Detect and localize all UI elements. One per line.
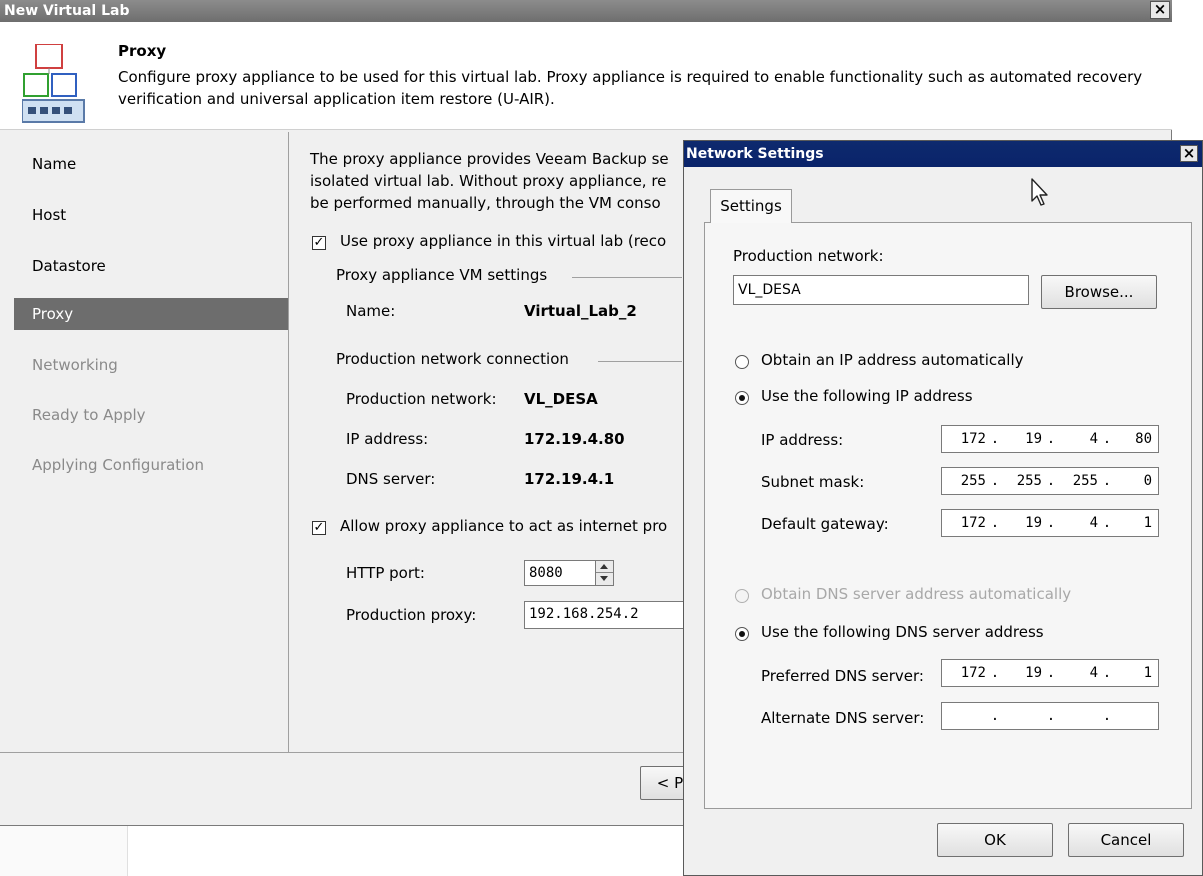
prod-proxy-label: Production proxy: <box>346 606 477 624</box>
spin-divider <box>596 572 613 573</box>
close-icon[interactable]: × <box>1150 1 1170 19</box>
allow-internet-proxy-checkbox[interactable]: ✓ <box>312 521 326 535</box>
intro-text-line-1: The proxy appliance provides Veeam Backu… <box>310 150 669 168</box>
dns-server-label: DNS server: <box>346 470 436 488</box>
cancel-button[interactable]: Cancel <box>1068 823 1184 857</box>
default-gateway-label: Default gateway: <box>761 515 889 533</box>
ip-octet-4: 80 <box>1135 431 1152 447</box>
use-static-ip-label[interactable]: Use the following IP address <box>761 387 973 405</box>
ip-address-label: IP address: <box>346 430 429 448</box>
wizard-steps-nav: Name Host Datastore Proxy Networking Rea… <box>14 134 288 750</box>
ip-address-label: IP address: <box>761 431 844 449</box>
nav-step-ready-to-apply: Ready to Apply <box>32 406 146 424</box>
page-description: Configure proxy appliance to be used for… <box>118 68 1143 108</box>
obtain-ip-auto-radio[interactable] <box>735 355 749 369</box>
nav-step-host[interactable]: Host <box>14 199 288 231</box>
spin-down-icon[interactable] <box>600 576 608 581</box>
gateway-octet-3: 4 <box>1089 515 1098 531</box>
http-port-label: HTTP port: <box>346 564 425 582</box>
use-proxy-checkbox[interactable]: ✓ <box>312 236 326 250</box>
network-settings-dialog: Network Settings × Settings Production n… <box>683 140 1203 876</box>
obtain-ip-auto-label[interactable]: Obtain an IP address automatically <box>761 351 1024 369</box>
intro-text-line-3: be performed manually, through the VM co… <box>310 194 661 212</box>
prod-network-label: Production network: <box>346 390 497 408</box>
gateway-octet-4: 1 <box>1143 515 1152 531</box>
alternate-dns-field[interactable]: . . . <box>941 702 1159 730</box>
virtual-lab-icon <box>22 44 85 123</box>
mouse-pointer-icon <box>1031 178 1048 206</box>
preferred-dns-label: Preferred DNS server: <box>761 667 924 685</box>
pdns-octet-3: 4 <box>1089 665 1098 681</box>
spin-up-icon[interactable] <box>600 564 608 569</box>
alternate-dns-label: Alternate DNS server: <box>761 709 925 727</box>
wizard-header: Proxy Configure proxy appliance to be us… <box>0 22 1172 130</box>
subnet-octet-4: 0 <box>1143 473 1152 489</box>
http-port-value: 8080 <box>529 565 563 581</box>
prod-network-input[interactable]: VL_DESA <box>733 275 1029 305</box>
nav-step-datastore[interactable]: Datastore <box>14 250 288 282</box>
window-titlebar[interactable]: New Virtual Lab × <box>0 0 1172 22</box>
nav-divider <box>288 132 289 752</box>
subnet-mask-field[interactable]: 255. 255. 255. 0 <box>941 467 1159 495</box>
spin-buttons[interactable] <box>595 561 613 585</box>
subnet-octet-1: 255 <box>960 473 986 489</box>
obtain-dns-auto-radio <box>735 589 749 603</box>
page-title: Proxy <box>118 42 167 60</box>
use-static-ip-radio[interactable] <box>735 391 749 405</box>
allow-internet-proxy-label[interactable]: Allow proxy appliance to act as internet… <box>340 517 667 535</box>
pdns-octet-1: 172 <box>960 665 986 681</box>
ip-octet-1: 172 <box>960 431 986 447</box>
group-divider <box>572 277 682 278</box>
dialog-titlebar[interactable]: Network Settings × <box>684 141 1202 167</box>
ip-octet-2: 19 <box>1025 431 1042 447</box>
use-proxy-label[interactable]: Use proxy appliance in this virtual lab … <box>340 232 666 250</box>
ok-button[interactable]: OK <box>937 823 1053 857</box>
subnet-octet-2: 255 <box>1016 473 1042 489</box>
gateway-octet-2: 19 <box>1025 515 1042 531</box>
dns-server-value: 172.19.4.1 <box>524 470 615 488</box>
tab-settings[interactable]: Settings <box>710 189 792 223</box>
prod-network-value: VL_DESA <box>524 390 598 408</box>
use-static-dns-radio[interactable] <box>735 627 749 641</box>
obtain-dns-auto-label: Obtain DNS server address automatically <box>761 585 1072 603</box>
browse-button[interactable]: Browse... <box>1041 275 1157 309</box>
background-window-strip <box>0 826 128 876</box>
dialog-title: Network Settings <box>686 146 824 162</box>
pdns-octet-2: 19 <box>1025 665 1042 681</box>
nav-step-networking: Networking <box>32 356 118 374</box>
nav-step-applying-configuration: Applying Configuration <box>32 456 205 474</box>
pdns-octet-4: 1 <box>1143 665 1152 681</box>
ip-address-value: 172.19.4.80 <box>524 430 625 448</box>
intro-text-line-2: isolated virtual lab. Without proxy appl… <box>310 172 667 190</box>
ip-address-field[interactable]: 172. 19. 4. 80 <box>941 425 1159 453</box>
prod-proxy-input[interactable]: 192.168.254.2 <box>524 601 684 629</box>
close-icon[interactable]: × <box>1180 145 1198 162</box>
vm-name-value: Virtual_Lab_2 <box>524 302 637 320</box>
ip-octet-3: 4 <box>1089 431 1098 447</box>
nav-step-name[interactable]: Name <box>14 148 288 180</box>
settings-tab-panel: Production network: VL_DESA Browse... Ob… <box>704 222 1192 809</box>
default-gateway-field[interactable]: 172. 19. 4. 1 <box>941 509 1159 537</box>
http-port-stepper[interactable]: 8080 <box>524 560 614 586</box>
use-static-dns-label[interactable]: Use the following DNS server address <box>761 623 1044 641</box>
vm-name-label: Name: <box>346 302 396 320</box>
nav-step-proxy[interactable]: Proxy <box>14 298 288 330</box>
prod-connection-group-label: Production network connection <box>336 350 569 368</box>
window-title: New Virtual Lab <box>4 3 130 19</box>
subnet-octet-3: 255 <box>1072 473 1098 489</box>
prod-network-label: Production network: <box>733 247 884 265</box>
preferred-dns-field[interactable]: 172. 19. 4. 1 <box>941 659 1159 687</box>
gateway-octet-1: 172 <box>960 515 986 531</box>
group-divider <box>598 361 682 362</box>
vm-settings-group-label: Proxy appliance VM settings <box>336 266 548 284</box>
subnet-mask-label: Subnet mask: <box>761 473 865 491</box>
